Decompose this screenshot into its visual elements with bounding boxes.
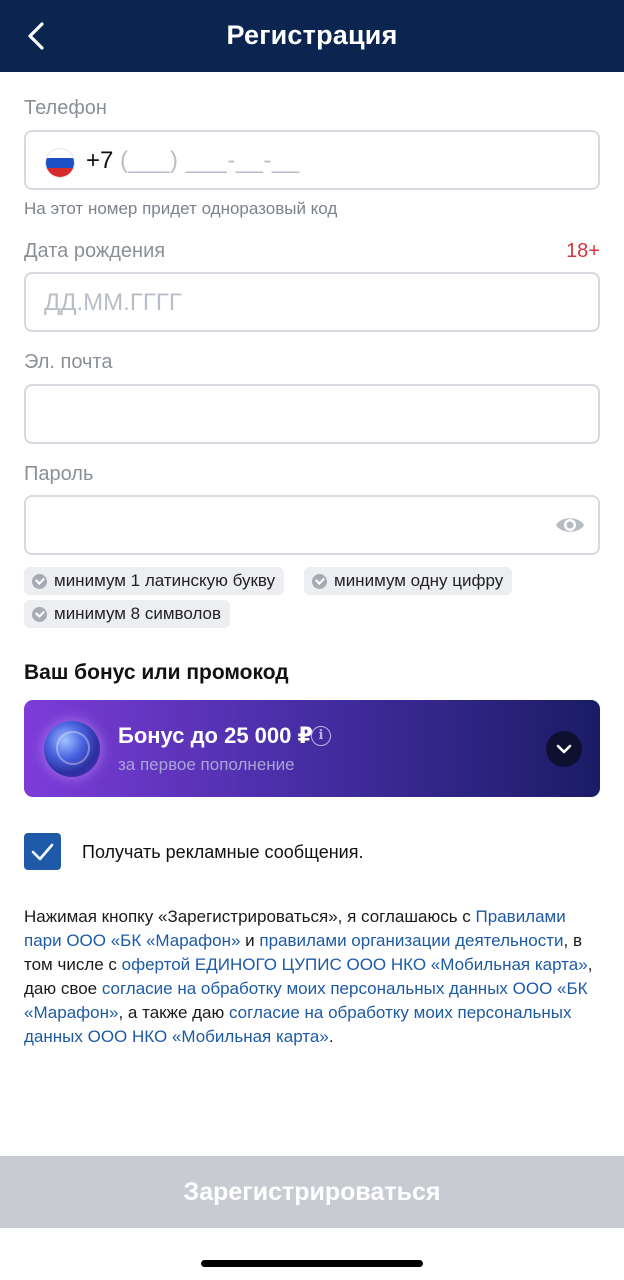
password-input[interactable] — [24, 495, 600, 555]
russia-flag-icon[interactable] — [46, 149, 74, 177]
check-circle-icon — [312, 573, 327, 589]
bonus-expand-button[interactable] — [546, 731, 582, 767]
phone-label: Телефон — [24, 97, 107, 119]
bonus-section-title: Ваш бонус или промокод — [24, 661, 289, 684]
register-button[interactable]: Зарегистрироваться — [0, 1156, 624, 1228]
phone-input[interactable]: +7 (___) ___-__-__ — [24, 130, 600, 190]
email-input[interactable] — [24, 384, 600, 444]
birthdate-placeholder: ДД.ММ.ГГГГ — [44, 289, 182, 316]
password-requirement-chip: минимум 8 символов — [24, 600, 231, 628]
app-header: Регистрация — [0, 0, 624, 72]
phone-country-code: +7 — [86, 147, 114, 174]
info-icon[interactable]: i — [311, 726, 331, 746]
password-label: Пароль — [24, 463, 94, 485]
check-circle-icon — [32, 606, 47, 622]
email-label: Эл. почта — [24, 351, 113, 373]
bonus-subtitle: за первое пополнение — [118, 755, 295, 774]
checkmark-icon — [31, 843, 54, 861]
cupis-offer-link[interactable]: офертой ЕДИНОГО ЦУПИС ООО НКО «Мобильная… — [122, 955, 588, 974]
home-indicator — [201, 1260, 423, 1267]
terms-text: Нажимая кнопку «Зарегистрироваться», я с… — [24, 907, 593, 1046]
activity-rules-link[interactable]: правилами организации деятельности — [259, 931, 563, 950]
age-restriction-badge: 18+ — [566, 240, 600, 262]
page-title: Регистрация — [226, 20, 398, 50]
eye-icon[interactable] — [554, 513, 586, 537]
ads-checkbox[interactable] — [24, 833, 61, 870]
check-circle-icon — [32, 573, 47, 589]
birthdate-label: Дата рождения — [24, 240, 166, 262]
bonus-ball-icon — [44, 721, 100, 777]
chevron-down-icon — [556, 744, 572, 754]
password-requirement-chip: минимум одну цифру — [304, 567, 513, 595]
phone-mask-placeholder: (___) ___-__-__ — [120, 147, 300, 174]
ads-checkbox-label[interactable]: Получать рекламные сообщения. — [82, 842, 363, 863]
bonus-title: Бонус до 25 000 ₽ — [118, 723, 313, 748]
birthdate-input[interactable]: ДД.ММ.ГГГГ — [24, 272, 600, 332]
phone-hint: На этот номер придет одноразовый код — [24, 199, 338, 218]
bonus-selector-card[interactable]: Бонус до 25 000 ₽ i за первое пополнение — [24, 700, 600, 797]
password-requirement-chip: минимум 1 латинскую букву — [24, 567, 285, 595]
